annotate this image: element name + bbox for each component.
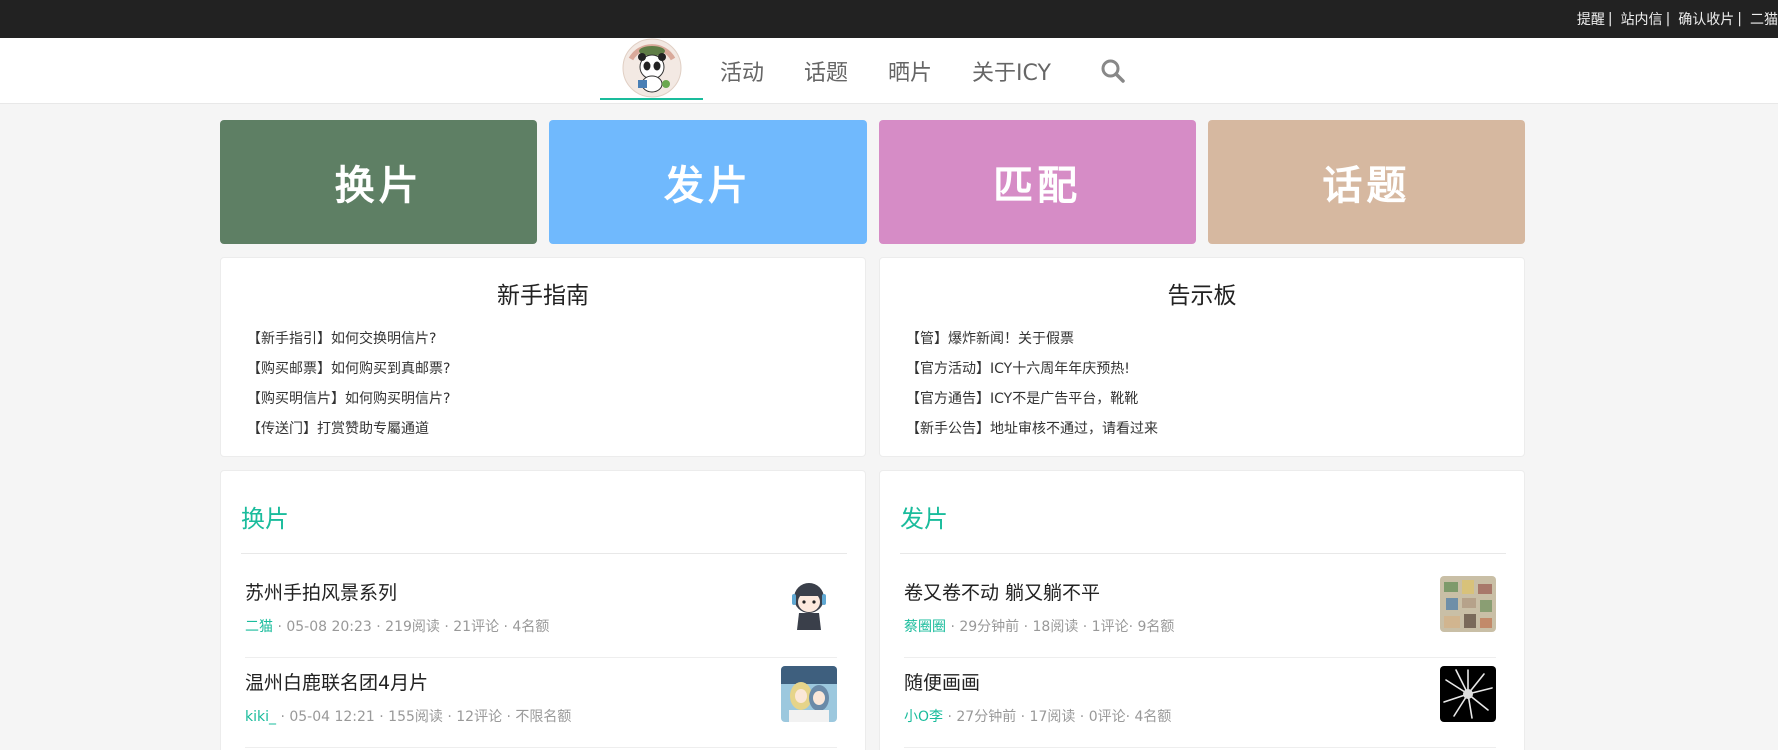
exchange-feed: 换片 苏州手拍风景系列 二猫 · 05-08 20:23 · 219阅读 · 2…	[220, 470, 866, 750]
tile-exchange[interactable]: 换片	[220, 120, 538, 244]
post-stats: · 05-08 20:23 · 219阅读 · 21评论 · 4名额	[273, 619, 550, 635]
nav-events[interactable]: 活动	[720, 55, 764, 87]
divider	[241, 553, 847, 554]
board-list: 【管】爆炸新闻！关于假票 【官方活动】ICY十六周年年庆预热! 【官方通告】IC…	[880, 324, 1524, 444]
post-stats: · 29分钟前 · 18阅读 · 1评论· 9名额	[946, 619, 1175, 635]
top-bar: 提醒 | 站内信 | 确认收片 | 二猫	[0, 0, 1778, 38]
tile-match[interactable]: 匹配	[878, 120, 1196, 244]
username-link[interactable]: 二猫	[1750, 9, 1778, 29]
panel-title: 告示板	[1167, 283, 1237, 309]
link-separator: |	[1607, 11, 1613, 27]
category-tiles: 换片 发片 匹配 话题	[220, 120, 1525, 244]
feed-title[interactable]: 发片	[900, 499, 948, 534]
panda-logo	[621, 37, 683, 99]
post-title[interactable]: 苏州手拍风景系列	[245, 578, 397, 605]
post-meta: 二猫 · 05-08 20:23 · 219阅读 · 21评论 · 4名额	[245, 616, 549, 636]
post-thumbnail[interactable]	[1440, 576, 1496, 632]
tile-topics[interactable]: 话题	[1207, 120, 1525, 244]
nav-topics[interactable]: 话题	[804, 55, 848, 87]
beginner-guide-panel: 新手指南 【新手指引】如何交换明信片? 【购买邮票】如何购买到真邮票? 【购买明…	[220, 257, 866, 457]
guide-item[interactable]: 【传送门】打赏赞助专屬通道	[247, 414, 865, 444]
guide-list: 【新手指引】如何交换明信片? 【购买邮票】如何购买到真邮票? 【购买明信片】如何…	[221, 324, 865, 444]
feed-item[interactable]: 随便画画 小O李 · 27分钟前 · 17阅读 · 0评论· 4名额	[904, 658, 1496, 748]
post-author[interactable]: 蔡圈圈	[904, 619, 946, 635]
reminder-link[interactable]: 提醒	[1577, 9, 1605, 29]
board-item[interactable]: 【官方通告】ICY不是广告平台，靴靴	[906, 384, 1524, 414]
link-separator: |	[1665, 11, 1671, 27]
main-nav: 活动 话题 晒片 关于ICY	[720, 38, 1091, 104]
post-meta: 蔡圈圈 · 29分钟前 · 18阅读 · 1评论· 9名额	[904, 616, 1174, 636]
search-icon[interactable]	[1100, 58, 1126, 84]
confirm-receipt-link[interactable]: 确认收片	[1678, 9, 1734, 29]
post-thumbnail[interactable]	[1440, 666, 1496, 722]
tile-send[interactable]: 发片	[549, 120, 867, 244]
post-author[interactable]: kiki_	[245, 709, 276, 725]
board-item[interactable]: 【管】爆炸新闻！关于假票	[906, 324, 1524, 354]
feed-item[interactable]: 温州白鹿联名团4月片 kiki_ · 05-04 12:21 · 155阅读 ·…	[245, 658, 837, 748]
feed-item[interactable]: 卷又卷不动 躺又躺不平 蔡圈圈 · 29分钟前 · 18阅读 · 1评论· 9名…	[904, 568, 1496, 658]
feed-title[interactable]: 换片	[241, 499, 289, 534]
logo-link[interactable]	[600, 38, 703, 100]
post-title[interactable]: 温州白鹿联名团4月片	[245, 668, 428, 695]
avatar[interactable]	[781, 576, 837, 632]
board-item[interactable]: 【官方活动】ICY十六周年年庆预热!	[906, 354, 1524, 384]
guide-item[interactable]: 【新手指引】如何交换明信片?	[247, 324, 865, 354]
guide-item[interactable]: 【购买明信片】如何购买明信片?	[247, 384, 865, 414]
board-item[interactable]: 【新手公告】地址审核不通过，请看过来	[906, 414, 1524, 444]
nav-about[interactable]: 关于ICY	[972, 55, 1051, 87]
post-title[interactable]: 卷又卷不动 躺又躺不平	[904, 578, 1100, 605]
post-thumbnail[interactable]	[781, 666, 837, 722]
send-feed: 发片 卷又卷不动 躺又躺不平 蔡圈圈 · 29分钟前 · 18阅读 · 1评论·…	[879, 470, 1525, 750]
guide-item[interactable]: 【购买邮票】如何购买到真邮票?	[247, 354, 865, 384]
panel-title: 新手指南	[497, 283, 589, 309]
link-separator: |	[1737, 11, 1742, 27]
nav-showcase[interactable]: 晒片	[888, 55, 932, 87]
messages-link[interactable]: 站内信	[1621, 9, 1663, 29]
notice-board-panel: 告示板 【管】爆炸新闻！关于假票 【官方活动】ICY十六周年年庆预热! 【官方通…	[879, 257, 1525, 457]
post-title[interactable]: 随便画画	[904, 668, 980, 695]
post-stats: · 27分钟前 · 17阅读 · 0评论· 4名额	[943, 709, 1172, 725]
feed-item[interactable]: 苏州手拍风景系列 二猫 · 05-08 20:23 · 219阅读 · 21评论…	[245, 568, 837, 658]
post-stats: · 05-04 12:21 · 155阅读 · 12评论 · 不限名额	[276, 709, 572, 725]
divider	[900, 553, 1506, 554]
post-author[interactable]: 二猫	[245, 619, 273, 635]
user-links: 提醒 | 站内信 | 确认收片 | 二猫	[1577, 0, 1778, 38]
site-header: 活动 话题 晒片 关于ICY	[0, 38, 1778, 104]
post-meta: kiki_ · 05-04 12:21 · 155阅读 · 12评论 · 不限名…	[245, 706, 571, 726]
post-meta: 小O李 · 27分钟前 · 17阅读 · 0评论· 4名额	[904, 706, 1171, 726]
post-author[interactable]: 小O李	[904, 709, 943, 725]
